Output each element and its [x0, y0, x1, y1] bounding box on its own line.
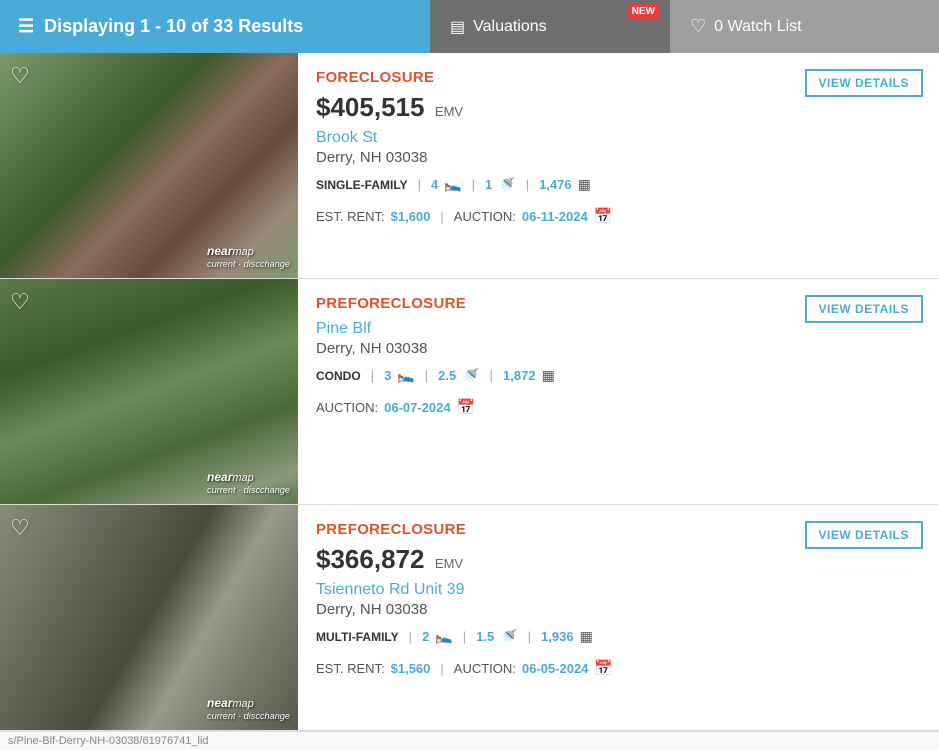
listing-content: VIEW DETAILS PREFORECLOSURE Pine Blf Der… — [298, 279, 939, 504]
listing-price: $405,515 — [316, 92, 424, 122]
wishlist-heart[interactable]: ♡ — [10, 63, 30, 89]
watchlist-label: Watch List — [728, 18, 802, 36]
bed-icon: 🛌 — [444, 176, 461, 193]
wishlist-heart[interactable]: ♡ — [10, 515, 30, 541]
auction-label: AUCTION: — [316, 400, 378, 415]
est-rent-value: $1,560 — [391, 661, 431, 676]
bed-icon: 🛌 — [397, 367, 414, 384]
nearmap-label: nearmapcurrent · discchange — [207, 244, 290, 270]
est-rent-value: $1,600 — [391, 209, 431, 224]
listing-card: ♡ nearmapcurrent · discchange VIEW DETAI… — [0, 53, 939, 279]
listing-card: ♡ nearmapcurrent · discchange VIEW DETAI… — [0, 505, 939, 731]
url-text: s/Pine-Blf-Derry-NH-03038/61976741_lid — [8, 735, 209, 747]
url-bar: s/Pine-Blf-Derry-NH-03038/61976741_lid — [0, 731, 939, 750]
watchlist-count: 0 — [714, 18, 723, 36]
listing-specs: SINGLE-FAMILY | 4 🛌 | 1 🚿 | 1,476 ▦ — [316, 176, 921, 193]
listing-address-line2: Derry, NH 03038 — [316, 149, 921, 166]
listing-content: VIEW DETAILS FORECLOSURE $405,515 EMV Br… — [298, 53, 939, 278]
listing-footer: AUCTION: 06-07-2024 📅 — [316, 398, 921, 416]
prop-type: MULTI-FAMILY — [316, 630, 399, 644]
sqft-icon: ▦ — [578, 176, 591, 193]
header-bar: ☰ Displaying 1 - 10 of 33 Results ▤ Valu… — [0, 0, 939, 53]
listing-emv: EMV — [435, 104, 463, 119]
listing-specs: MULTI-FAMILY | 2 🛌 | 1.5 🚿 | 1,936 ▦ — [316, 628, 921, 645]
beds-value: 3 — [384, 368, 391, 383]
sqft-value: 1,936 — [541, 629, 574, 644]
baths-value: 2.5 — [438, 368, 456, 383]
calendar-icon: 📅 — [594, 207, 613, 225]
valuations-label: Valuations — [473, 18, 547, 36]
valuations-tab[interactable]: ▤ Valuations NEW — [430, 0, 670, 53]
listing-address-line1: Tsienneto Rd Unit 39 — [316, 579, 921, 601]
list-icon: ☰ — [18, 16, 34, 37]
listing-emv: EMV — [435, 556, 463, 571]
prop-type: SINGLE-FAMILY — [316, 178, 408, 192]
bed-icon: 🛌 — [435, 628, 452, 645]
listing-content: VIEW DETAILS PREFORECLOSURE $366,872 EMV… — [298, 505, 939, 730]
auction-date: 06-05-2024 — [522, 661, 589, 676]
listing-address-line2: Derry, NH 03038 — [316, 601, 921, 618]
listing-address-line2: Derry, NH 03038 — [316, 340, 921, 357]
est-rent-label: EST. RENT: — [316, 661, 385, 676]
bath-icon: 🚿 — [498, 176, 515, 193]
auction-date: 06-07-2024 — [384, 400, 451, 415]
wishlist-heart[interactable]: ♡ — [10, 289, 30, 315]
heart-icon: ♡ — [690, 16, 706, 37]
listing-image: ♡ nearmapcurrent · discchange — [0, 53, 298, 278]
listing-price: $366,872 — [316, 544, 424, 574]
listing-image: ♡ nearmapcurrent · discchange — [0, 279, 298, 504]
calendar-icon: 📅 — [457, 398, 476, 416]
results-text: Displaying 1 - 10 of 33 Results — [44, 16, 303, 37]
listing-address-line1: Brook St — [316, 127, 921, 149]
watchlist-tab[interactable]: ♡ 0 Watch List — [670, 0, 939, 53]
baths-value: 1.5 — [476, 629, 494, 644]
sqft-icon: ▦ — [542, 367, 555, 384]
beds-value: 2 — [422, 629, 429, 644]
sqft-icon: ▦ — [580, 628, 593, 645]
auction-label: AUCTION: — [454, 661, 516, 676]
nearmap-label: nearmapcurrent · discchange — [207, 470, 290, 496]
calendar-icon: 📅 — [594, 659, 613, 677]
baths-value: 1 — [485, 177, 492, 192]
sqft-value: 1,476 — [539, 177, 572, 192]
listing-image: ♡ nearmapcurrent · discchange — [0, 505, 298, 730]
listing-footer: EST. RENT: $1,600 | AUCTION: 06-11-2024 … — [316, 207, 921, 225]
auction-date: 06-11-2024 — [522, 209, 588, 224]
new-badge: NEW — [627, 4, 660, 19]
auction-label: AUCTION: — [454, 209, 516, 224]
view-details-button[interactable]: VIEW DETAILS — [805, 295, 923, 323]
bath-icon: 🚿 — [500, 628, 517, 645]
beds-value: 4 — [431, 177, 438, 192]
nearmap-label: nearmapcurrent · discchange — [207, 696, 290, 722]
sqft-value: 1,872 — [503, 368, 536, 383]
listing-card: ♡ nearmapcurrent · discchange VIEW DETAI… — [0, 279, 939, 505]
listing-specs: CONDO | 3 🛌 | 2.5 🚿 | 1,872 ▦ — [316, 367, 921, 384]
results-header: ☰ Displaying 1 - 10 of 33 Results — [0, 0, 430, 53]
view-details-button[interactable]: VIEW DETAILS — [805, 69, 923, 97]
listing-footer: EST. RENT: $1,560 | AUCTION: 06-05-2024 … — [316, 659, 921, 677]
prop-type: CONDO — [316, 369, 361, 383]
bar-chart-icon: ▤ — [450, 17, 465, 37]
bath-icon: 🚿 — [462, 367, 479, 384]
est-rent-label: EST. RENT: — [316, 209, 385, 224]
view-details-button[interactable]: VIEW DETAILS — [805, 521, 923, 549]
